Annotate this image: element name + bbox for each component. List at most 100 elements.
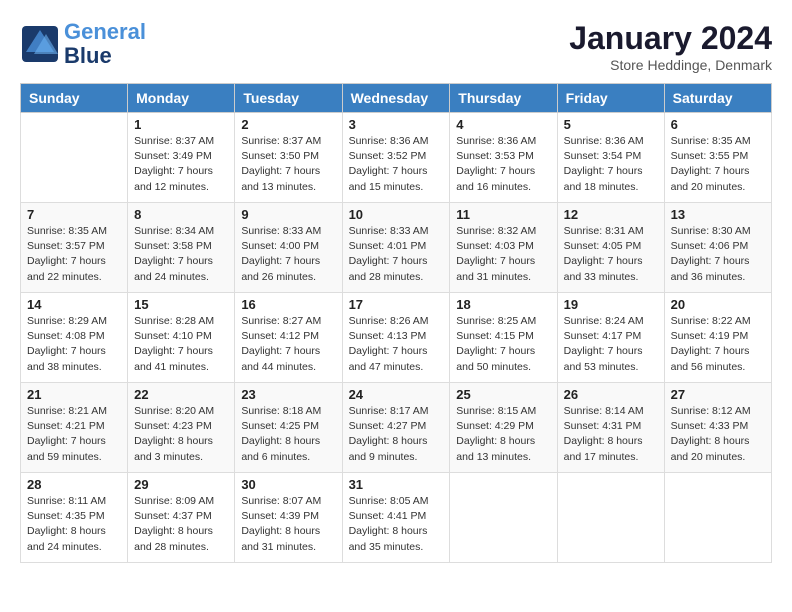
day-number: 7 [27, 207, 121, 222]
daylight-text: Daylight: 8 hours and 31 minutes. [241, 525, 320, 552]
calendar-cell: 29 Sunrise: 8:09 AM Sunset: 4:37 PM Dayl… [128, 473, 235, 563]
sunset-text: Sunset: 4:06 PM [671, 240, 749, 252]
sunset-text: Sunset: 4:12 PM [241, 330, 319, 342]
sunset-text: Sunset: 4:23 PM [134, 420, 212, 432]
daylight-text: Daylight: 7 hours and 26 minutes. [241, 255, 320, 282]
cell-content: Sunrise: 8:05 AM Sunset: 4:41 PM Dayligh… [349, 494, 444, 555]
day-number: 30 [241, 477, 335, 492]
calendar-cell: 20 Sunrise: 8:22 AM Sunset: 4:19 PM Dayl… [664, 293, 771, 383]
sunset-text: Sunset: 4:37 PM [134, 510, 212, 522]
calendar-cell: 22 Sunrise: 8:20 AM Sunset: 4:23 PM Dayl… [128, 383, 235, 473]
calendar-cell: 31 Sunrise: 8:05 AM Sunset: 4:41 PM Dayl… [342, 473, 450, 563]
sunset-text: Sunset: 4:01 PM [349, 240, 427, 252]
day-number: 25 [456, 387, 550, 402]
sunset-text: Sunset: 4:25 PM [241, 420, 319, 432]
daylight-text: Daylight: 8 hours and 35 minutes. [349, 525, 428, 552]
calendar-cell: 28 Sunrise: 8:11 AM Sunset: 4:35 PM Dayl… [21, 473, 128, 563]
sunrise-text: Sunrise: 8:18 AM [241, 405, 321, 417]
daylight-text: Daylight: 7 hours and 24 minutes. [134, 255, 213, 282]
day-header-thursday: Thursday [450, 84, 557, 113]
sunrise-text: Sunrise: 8:33 AM [349, 225, 429, 237]
calendar-cell: 15 Sunrise: 8:28 AM Sunset: 4:10 PM Dayl… [128, 293, 235, 383]
sunrise-text: Sunrise: 8:36 AM [456, 135, 536, 147]
sunset-text: Sunset: 3:55 PM [671, 150, 749, 162]
week-row-5: 28 Sunrise: 8:11 AM Sunset: 4:35 PM Dayl… [21, 473, 772, 563]
cell-content: Sunrise: 8:30 AM Sunset: 4:06 PM Dayligh… [671, 224, 765, 285]
sunset-text: Sunset: 3:52 PM [349, 150, 427, 162]
calendar-cell: 30 Sunrise: 8:07 AM Sunset: 4:39 PM Dayl… [235, 473, 342, 563]
daylight-text: Daylight: 7 hours and 33 minutes. [564, 255, 643, 282]
calendar-cell: 24 Sunrise: 8:17 AM Sunset: 4:27 PM Dayl… [342, 383, 450, 473]
sunset-text: Sunset: 4:10 PM [134, 330, 212, 342]
cell-content: Sunrise: 8:32 AM Sunset: 4:03 PM Dayligh… [456, 224, 550, 285]
cell-content: Sunrise: 8:35 AM Sunset: 3:57 PM Dayligh… [27, 224, 121, 285]
calendar-cell: 1 Sunrise: 8:37 AM Sunset: 3:49 PM Dayli… [128, 113, 235, 203]
calendar-cell: 11 Sunrise: 8:32 AM Sunset: 4:03 PM Dayl… [450, 203, 557, 293]
sunrise-text: Sunrise: 8:22 AM [671, 315, 751, 327]
daylight-text: Daylight: 7 hours and 20 minutes. [671, 165, 750, 192]
day-number: 15 [134, 297, 228, 312]
calendar-cell: 9 Sunrise: 8:33 AM Sunset: 4:00 PM Dayli… [235, 203, 342, 293]
daylight-text: Daylight: 8 hours and 28 minutes. [134, 525, 213, 552]
cell-content: Sunrise: 8:37 AM Sunset: 3:50 PM Dayligh… [241, 134, 335, 195]
cell-content: Sunrise: 8:28 AM Sunset: 4:10 PM Dayligh… [134, 314, 228, 375]
daylight-text: Daylight: 8 hours and 13 minutes. [456, 435, 535, 462]
cell-content: Sunrise: 8:25 AM Sunset: 4:15 PM Dayligh… [456, 314, 550, 375]
sunrise-text: Sunrise: 8:28 AM [134, 315, 214, 327]
day-number: 27 [671, 387, 765, 402]
header-row: SundayMondayTuesdayWednesdayThursdayFrid… [21, 84, 772, 113]
sunset-text: Sunset: 4:27 PM [349, 420, 427, 432]
sunrise-text: Sunrise: 8:29 AM [27, 315, 107, 327]
day-number: 10 [349, 207, 444, 222]
day-header-wednesday: Wednesday [342, 84, 450, 113]
day-number: 14 [27, 297, 121, 312]
logo-icon [20, 24, 60, 64]
sunrise-text: Sunrise: 8:36 AM [349, 135, 429, 147]
sunset-text: Sunset: 4:41 PM [349, 510, 427, 522]
day-header-saturday: Saturday [664, 84, 771, 113]
day-number: 29 [134, 477, 228, 492]
cell-content: Sunrise: 8:12 AM Sunset: 4:33 PM Dayligh… [671, 404, 765, 465]
day-number: 31 [349, 477, 444, 492]
sunset-text: Sunset: 4:21 PM [27, 420, 105, 432]
cell-content: Sunrise: 8:21 AM Sunset: 4:21 PM Dayligh… [27, 404, 121, 465]
daylight-text: Daylight: 7 hours and 22 minutes. [27, 255, 106, 282]
calendar-cell: 10 Sunrise: 8:33 AM Sunset: 4:01 PM Dayl… [342, 203, 450, 293]
logo-text: GeneralBlue [64, 20, 146, 68]
calendar-header: SundayMondayTuesdayWednesdayThursdayFrid… [21, 84, 772, 113]
day-number: 26 [564, 387, 658, 402]
cell-content: Sunrise: 8:31 AM Sunset: 4:05 PM Dayligh… [564, 224, 658, 285]
week-row-3: 14 Sunrise: 8:29 AM Sunset: 4:08 PM Dayl… [21, 293, 772, 383]
page-header: GeneralBlue January 2024 Store Heddinge,… [20, 20, 772, 73]
daylight-text: Daylight: 7 hours and 36 minutes. [671, 255, 750, 282]
calendar-cell: 17 Sunrise: 8:26 AM Sunset: 4:13 PM Dayl… [342, 293, 450, 383]
daylight-text: Daylight: 7 hours and 59 minutes. [27, 435, 106, 462]
daylight-text: Daylight: 7 hours and 41 minutes. [134, 345, 213, 372]
calendar-cell: 26 Sunrise: 8:14 AM Sunset: 4:31 PM Dayl… [557, 383, 664, 473]
calendar-cell [450, 473, 557, 563]
day-number: 21 [27, 387, 121, 402]
daylight-text: Daylight: 7 hours and 38 minutes. [27, 345, 106, 372]
daylight-text: Daylight: 8 hours and 24 minutes. [27, 525, 106, 552]
sunset-text: Sunset: 4:29 PM [456, 420, 534, 432]
sunrise-text: Sunrise: 8:32 AM [456, 225, 536, 237]
day-number: 22 [134, 387, 228, 402]
cell-content: Sunrise: 8:36 AM Sunset: 3:53 PM Dayligh… [456, 134, 550, 195]
day-number: 19 [564, 297, 658, 312]
daylight-text: Daylight: 7 hours and 18 minutes. [564, 165, 643, 192]
day-number: 9 [241, 207, 335, 222]
daylight-text: Daylight: 7 hours and 47 minutes. [349, 345, 428, 372]
week-row-1: 1 Sunrise: 8:37 AM Sunset: 3:49 PM Dayli… [21, 113, 772, 203]
day-header-sunday: Sunday [21, 84, 128, 113]
daylight-text: Daylight: 7 hours and 56 minutes. [671, 345, 750, 372]
day-number: 28 [27, 477, 121, 492]
cell-content: Sunrise: 8:09 AM Sunset: 4:37 PM Dayligh… [134, 494, 228, 555]
sunrise-text: Sunrise: 8:37 AM [134, 135, 214, 147]
sunrise-text: Sunrise: 8:31 AM [564, 225, 644, 237]
sunset-text: Sunset: 3:54 PM [564, 150, 642, 162]
day-number: 24 [349, 387, 444, 402]
sunrise-text: Sunrise: 8:12 AM [671, 405, 751, 417]
sunrise-text: Sunrise: 8:17 AM [349, 405, 429, 417]
calendar-cell: 18 Sunrise: 8:25 AM Sunset: 4:15 PM Dayl… [450, 293, 557, 383]
day-number: 13 [671, 207, 765, 222]
